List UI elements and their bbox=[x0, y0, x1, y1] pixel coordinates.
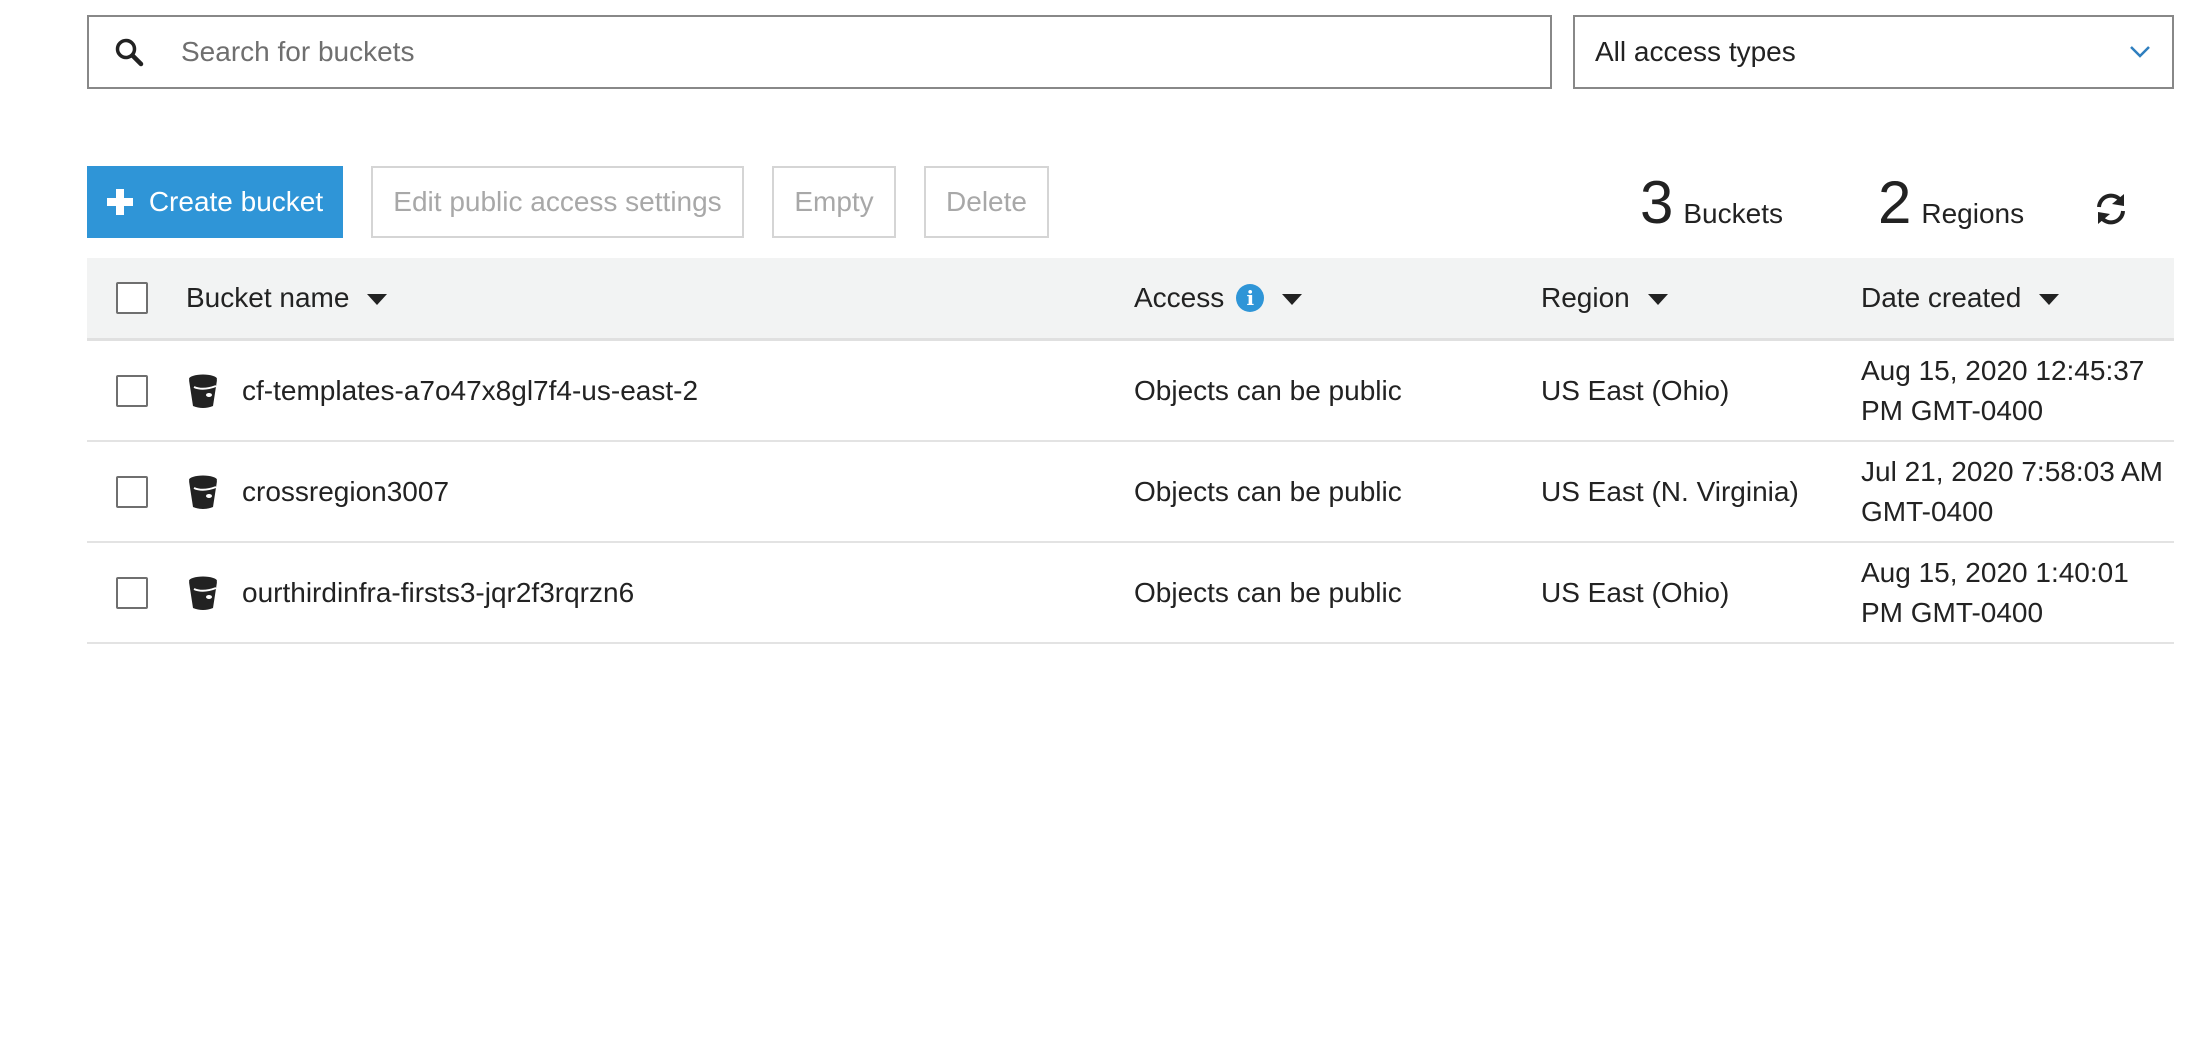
region-count-label: Regions bbox=[1921, 198, 2025, 229]
date-created-cell: Aug 15, 2020 12:45:37 PM GMT-0400 bbox=[1861, 354, 2145, 426]
row-select-cell bbox=[116, 341, 148, 440]
row-select-cell bbox=[116, 442, 148, 541]
select-all-cell bbox=[116, 258, 148, 338]
region-cell: US East (N. Virginia) bbox=[1541, 475, 1799, 507]
row-checkbox[interactable] bbox=[116, 475, 148, 508]
bucket-icon bbox=[189, 576, 217, 610]
date-created-cell: Jul 21, 2020 7:58:03 AM GMT-0400 bbox=[1861, 455, 2163, 527]
bucket-name-cell: cf-templates-a7o47x8gl7f4-us-east-2 bbox=[186, 341, 698, 440]
sort-caret-icon[interactable] bbox=[367, 293, 388, 305]
row-checkbox[interactable] bbox=[116, 576, 148, 609]
header-access[interactable]: Access i bbox=[1134, 258, 1303, 338]
access-cell: Objects can be public bbox=[1134, 374, 1402, 406]
region-cell: US East (Ohio) bbox=[1541, 576, 1730, 608]
bucket-name-link[interactable]: ourthirdinfra-firsts3-jqr2f3rqrzn6 bbox=[242, 577, 634, 609]
region-cell: US East (Ohio) bbox=[1541, 374, 1730, 406]
date-created-cell: Aug 15, 2020 1:40:01 PM GMT-0400 bbox=[1861, 556, 2129, 628]
header-bucket-name[interactable]: Bucket name bbox=[186, 258, 388, 338]
header-region-label: Region bbox=[1541, 282, 1630, 313]
row-select-cell bbox=[116, 543, 148, 642]
empty-label: Empty bbox=[794, 186, 874, 217]
sort-caret-icon[interactable] bbox=[1282, 293, 1303, 305]
table-header: Bucket name Access i Region Date created bbox=[87, 258, 2174, 341]
bucket-icon bbox=[189, 475, 217, 509]
table-row[interactable]: cf-templates-a7o47x8gl7f4-us-east-2 Obje… bbox=[87, 341, 2174, 442]
empty-button[interactable]: Empty bbox=[772, 166, 896, 238]
header-bucket-name-label: Bucket name bbox=[186, 282, 350, 313]
bucket-name-link[interactable]: crossregion3007 bbox=[242, 476, 449, 508]
create-bucket-label: Create bucket bbox=[148, 186, 324, 217]
plus-icon bbox=[106, 189, 133, 215]
access-cell: Objects can be public bbox=[1134, 576, 1402, 608]
bucket-icon bbox=[189, 374, 217, 408]
bucket-name-link[interactable]: cf-templates-a7o47x8gl7f4-us-east-2 bbox=[242, 375, 698, 407]
row-checkbox[interactable] bbox=[116, 374, 148, 407]
delete-label: Delete bbox=[946, 186, 1027, 217]
search-icon bbox=[113, 36, 145, 68]
header-region[interactable]: Region bbox=[1541, 258, 1668, 338]
sort-caret-icon[interactable] bbox=[1647, 293, 1668, 305]
create-bucket-button[interactable]: Create bucket bbox=[87, 166, 343, 238]
bucket-count-number: 3 bbox=[1640, 169, 1674, 236]
delete-button[interactable]: Delete bbox=[924, 166, 1049, 238]
s3-buckets-page: All access types Create bucket Edit publ… bbox=[0, 0, 2187, 1039]
access-cell: Objects can be public bbox=[1134, 475, 1402, 507]
select-all-checkbox[interactable] bbox=[116, 282, 148, 314]
chevron-down-icon bbox=[2128, 40, 2152, 64]
refresh-icon[interactable] bbox=[2093, 191, 2129, 227]
edit-public-access-button[interactable]: Edit public access settings bbox=[371, 166, 744, 238]
access-type-selected: All access types bbox=[1595, 36, 1796, 67]
header-date-created-label: Date created bbox=[1861, 282, 2022, 313]
search-input[interactable] bbox=[179, 21, 1550, 83]
info-icon[interactable]: i bbox=[1236, 284, 1265, 312]
table-row[interactable]: ourthirdinfra-firsts3-jqr2f3rqrzn6 Objec… bbox=[87, 543, 2174, 644]
edit-public-access-label: Edit public access settings bbox=[393, 186, 722, 217]
region-count: 2 Regions bbox=[1878, 168, 2024, 238]
bucket-count: 3 Buckets bbox=[1640, 168, 1783, 238]
bucket-name-cell: crossregion3007 bbox=[186, 442, 449, 541]
access-type-select[interactable]: All access types bbox=[1573, 15, 2174, 89]
buckets-table: Bucket name Access i Region Date created bbox=[87, 258, 2174, 644]
search-box[interactable] bbox=[87, 15, 1552, 89]
header-access-label: Access bbox=[1134, 282, 1225, 313]
region-count-number: 2 bbox=[1878, 169, 1912, 236]
bucket-count-label: Buckets bbox=[1683, 198, 1783, 229]
table-row[interactable]: crossregion3007 Objects can be public US… bbox=[87, 442, 2174, 543]
header-date-created[interactable]: Date created bbox=[1861, 258, 2060, 338]
sort-caret-icon[interactable] bbox=[2039, 293, 2060, 305]
bucket-name-cell: ourthirdinfra-firsts3-jqr2f3rqrzn6 bbox=[186, 543, 634, 642]
